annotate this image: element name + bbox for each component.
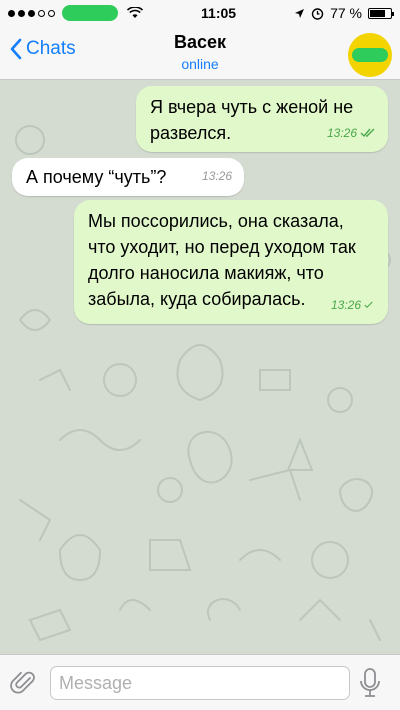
signal-dot bbox=[48, 9, 55, 17]
message-bubble-incoming[interactable]: А почему “чуть”? 13:26 bbox=[12, 158, 244, 196]
avatar-redaction bbox=[352, 48, 388, 62]
carrier-name-redacted bbox=[62, 5, 118, 21]
message-text: А почему “чуть”? bbox=[26, 167, 167, 187]
message-time: 13:26 bbox=[330, 298, 361, 312]
alarm-icon bbox=[311, 7, 324, 20]
message-time: 13:26 bbox=[326, 126, 357, 140]
signal-dot bbox=[18, 9, 25, 17]
message-time: 13:26 bbox=[201, 169, 232, 183]
avatar[interactable] bbox=[348, 33, 392, 77]
status-right: 77 % bbox=[294, 5, 394, 21]
chat-title[interactable]: Васек bbox=[0, 32, 400, 53]
message-meta: 13:26 bbox=[331, 292, 376, 318]
status-time: 11:05 bbox=[201, 5, 237, 21]
status-bar: 11:05 77 % bbox=[0, 0, 400, 26]
chat-area[interactable]: Я вчера чуть с женой не развелся. 13:26 … bbox=[0, 80, 400, 654]
chat-header: Chats Васек online bbox=[0, 26, 400, 80]
signal-strength bbox=[8, 5, 143, 21]
battery-icon bbox=[368, 7, 394, 19]
chat-status: online bbox=[181, 56, 219, 72]
microphone-icon[interactable] bbox=[358, 667, 382, 699]
message-bubble-outgoing[interactable]: Мы поссорились, она сказала, что уходит,… bbox=[74, 200, 388, 324]
paperclip-icon[interactable] bbox=[10, 669, 38, 697]
signal-dot bbox=[28, 9, 35, 17]
message-text: Мы поссорились, она сказала, что уходит,… bbox=[88, 211, 356, 309]
message-input-bar bbox=[0, 654, 400, 710]
message-bubble-outgoing[interactable]: Я вчера чуть с женой не развелся. 13:26 bbox=[136, 86, 388, 152]
message-meta: 13:26 bbox=[327, 120, 376, 146]
check-icon bbox=[364, 301, 373, 308]
message-input[interactable] bbox=[50, 666, 350, 700]
double-check-icon bbox=[360, 128, 375, 138]
message-text: Я вчера чуть с женой не развелся. bbox=[150, 97, 354, 143]
signal-dot bbox=[8, 9, 15, 17]
signal-dot bbox=[38, 9, 45, 17]
battery-percentage: 77 % bbox=[330, 5, 362, 21]
battery-level bbox=[370, 9, 386, 17]
location-arrow-icon bbox=[295, 8, 305, 18]
wifi-icon bbox=[127, 7, 143, 18]
message-meta: 13:26 bbox=[202, 163, 232, 189]
